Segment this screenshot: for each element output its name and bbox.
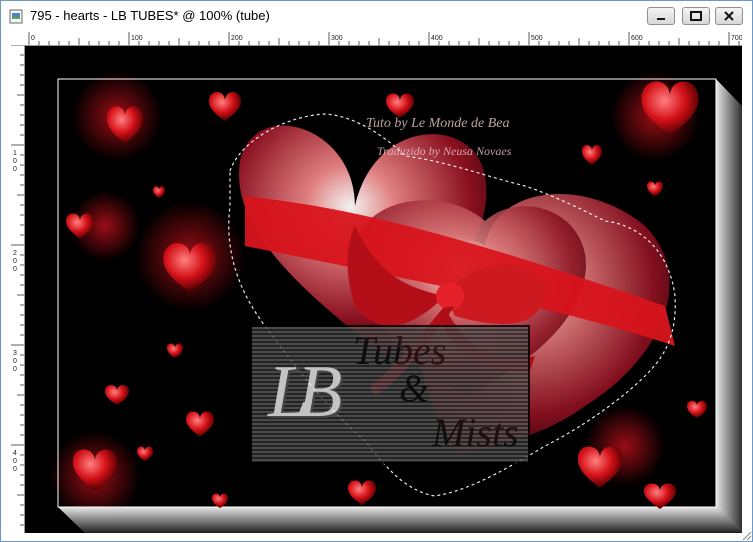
resize-grip-icon[interactable] — [741, 530, 752, 541]
ruler-left-label: 1 — [13, 150, 17, 157]
ruler-top-label: 200 — [231, 35, 243, 42]
ruler-top-label: 400 — [431, 35, 443, 42]
minimize-icon — [657, 18, 665, 20]
ruler-left-label: 0 — [13, 466, 17, 473]
ruler-left-label: 0 — [13, 166, 17, 173]
ruler-left-label: 0 — [13, 358, 17, 365]
ruler-top-label: 500 — [531, 35, 543, 42]
ruler-top-label: 300 — [331, 35, 343, 42]
ruler-top[interactable]: 0 100 200 300 400 500 600 700 — [11, 32, 742, 46]
title-bar[interactable]: 795 - hearts - LB TUBES* @ 100% (tube) — [1, 1, 752, 32]
minimize-button[interactable] — [647, 7, 675, 25]
ruler-left-label: 3 — [13, 350, 17, 357]
ruler-left-label: 2 — [13, 250, 17, 257]
maximize-button[interactable] — [682, 7, 710, 25]
image-document-icon — [9, 9, 23, 24]
close-button[interactable] — [715, 7, 743, 25]
ruler-left[interactable]: 100200300400 — [11, 45, 25, 533]
logo-ampersand: & — [399, 367, 430, 410]
ruler-left-label: 0 — [13, 266, 17, 273]
logo-mists: Mists — [432, 410, 519, 455]
ruler-left-label: 0 — [13, 366, 17, 373]
image-canvas[interactable]: Tuto by Le Monde de Bea Traduzido by Neu… — [25, 46, 742, 533]
ruler-left-label: 0 — [13, 158, 17, 165]
ruler-top-label: 100 — [131, 35, 143, 42]
ruler-left-label: 4 — [13, 450, 17, 457]
watermark-line2: Traduzido by Neusa Novaes — [377, 144, 512, 158]
ruler-top-label: 600 — [631, 35, 643, 42]
ruler-top-label: 700 — [731, 35, 742, 42]
ruler-left-label: 0 — [13, 258, 17, 265]
lb-tubes-logo: LB Tubes & Mists — [250, 325, 530, 464]
ruler-top-label: 0 — [31, 35, 35, 42]
ruler-left-label: 0 — [13, 458, 17, 465]
maximize-icon — [690, 11, 702, 21]
window-title: 795 - hearts - LB TUBES* @ 100% (tube) — [30, 8, 270, 23]
image-window: 795 - hearts - LB TUBES* @ 100% (tube) 0… — [0, 0, 753, 542]
logo-lb: LB — [268, 351, 342, 433]
watermark-line1: Tuto by Le Monde de Bea — [366, 116, 510, 131]
close-icon — [724, 11, 734, 21]
